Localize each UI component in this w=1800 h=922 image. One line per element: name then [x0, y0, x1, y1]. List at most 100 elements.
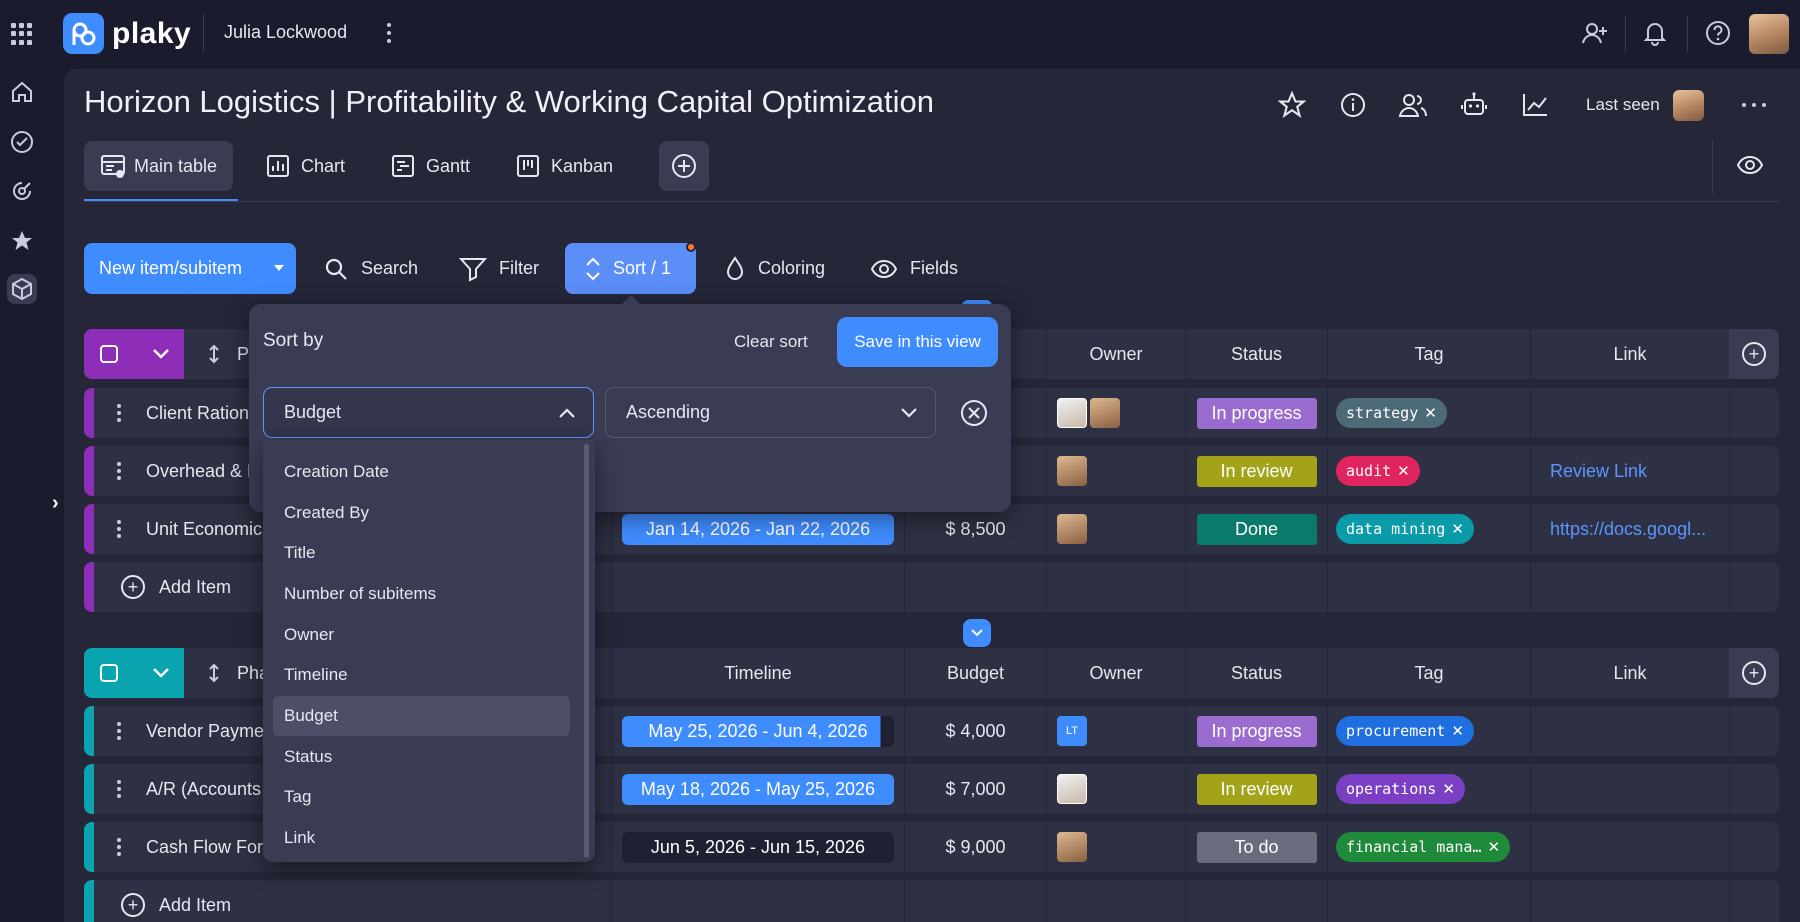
column-header-status[interactable]: Status [1186, 648, 1327, 698]
owner-cell[interactable] [1057, 764, 1185, 814]
invite-user-icon[interactable] [1580, 20, 1610, 46]
column-header-timeline[interactable]: Timeline [612, 648, 904, 698]
column-header-budget[interactable]: Budget [905, 648, 1046, 698]
row-menu-icon[interactable] [117, 462, 121, 480]
add-view-button[interactable] [659, 141, 709, 191]
collapse-group-chevron-icon[interactable] [152, 666, 170, 684]
add-column-button[interactable]: + [1729, 329, 1779, 379]
remove-tag-icon[interactable]: ✕ [1397, 462, 1410, 480]
coloring-button[interactable]: Coloring [724, 243, 825, 294]
remove-tag-icon[interactable]: ✕ [1424, 404, 1437, 422]
activity-chart-icon[interactable] [1520, 91, 1550, 119]
favorite-star-icon[interactable] [1278, 91, 1306, 119]
dropdown-option[interactable]: Status [273, 737, 570, 777]
dropdown-scrollbar[interactable] [584, 444, 589, 858]
remove-tag-icon[interactable]: ✕ [1451, 520, 1464, 538]
add-column-button[interactable]: + [1729, 648, 1779, 698]
dropdown-option[interactable]: Created By [273, 493, 570, 533]
link-cell[interactable]: Review Link [1550, 446, 1728, 496]
row-menu-icon[interactable] [117, 838, 121, 856]
dropdown-option[interactable]: Link [273, 818, 570, 858]
tag-cell[interactable]: audit ✕ [1336, 446, 1530, 496]
remove-sort-rule-icon[interactable] [960, 399, 988, 427]
board-title[interactable]: Horizon Logistics | Profitability & Work… [84, 84, 934, 120]
tag-cell[interactable]: financial mana… ✕ [1336, 822, 1530, 872]
collapse-group-chevron-icon[interactable] [152, 347, 170, 365]
tag-cell[interactable]: operations ✕ [1336, 764, 1530, 814]
favorites-star-icon[interactable] [7, 226, 37, 256]
user-avatar[interactable] [1749, 14, 1789, 54]
apps-grid-icon[interactable] [10, 22, 34, 46]
notifications-bell-icon[interactable] [1642, 19, 1668, 47]
sort-field-select[interactable]: Budget [263, 387, 594, 438]
status-cell[interactable]: In progress [1186, 388, 1327, 438]
remove-tag-icon[interactable]: ✕ [1442, 780, 1455, 798]
column-header-link[interactable]: Link [1531, 329, 1729, 379]
select-all-checkbox[interactable] [100, 345, 118, 363]
owner-cell[interactable] [1057, 822, 1185, 872]
workspace-menu-icon[interactable] [383, 20, 395, 46]
add-item-label[interactable]: Add Item [159, 880, 309, 922]
link[interactable]: Review Link [1550, 461, 1647, 482]
row-menu-icon[interactable] [117, 404, 121, 422]
status-cell[interactable]: In progress [1186, 706, 1327, 756]
column-header-tag[interactable]: Tag [1328, 648, 1530, 698]
info-icon[interactable] [1339, 91, 1367, 119]
row-menu-icon[interactable] [117, 722, 121, 740]
row-menu-icon[interactable] [117, 780, 121, 798]
link-cell[interactable]: https://docs.googl... [1550, 504, 1728, 554]
workspace-box-icon[interactable] [7, 274, 37, 304]
owner-cell[interactable] [1057, 504, 1185, 554]
dropdown-option[interactable]: Creation Date [273, 452, 570, 492]
filter-button[interactable]: Filter [459, 243, 539, 294]
timeline-cell[interactable]: Jun 5, 2026 - Jun 15, 2026 [612, 822, 904, 872]
owner-cell[interactable]: LT [1057, 706, 1185, 756]
dropdown-option[interactable]: Tag [273, 777, 570, 817]
tag-cell[interactable]: strategy ✕ [1336, 388, 1530, 438]
sort-order-select[interactable]: Ascending [605, 387, 936, 438]
app-logo[interactable]: plaky [63, 13, 191, 54]
dropdown-option-selected[interactable]: Budget [273, 696, 570, 736]
home-icon[interactable] [7, 77, 37, 107]
sort-column-drag-icon[interactable] [208, 344, 220, 369]
activity-icon[interactable] [7, 176, 37, 206]
tag-cell[interactable]: procurement ✕ [1336, 706, 1530, 756]
row-menu-icon[interactable] [117, 520, 121, 538]
automation-robot-icon[interactable] [1459, 91, 1489, 119]
tab-main-table[interactable]: Main table [84, 141, 234, 191]
clear-sort-button[interactable]: Clear sort [734, 332, 808, 352]
my-work-check-icon[interactable] [7, 127, 37, 157]
timeline-cell[interactable]: May 25, 2026 - Jun 4, 2026 [612, 706, 904, 756]
dropdown-option[interactable]: Timeline [273, 655, 570, 695]
sort-column-drag-icon[interactable] [208, 663, 220, 688]
add-item-row[interactable]: + Add Item [84, 880, 1779, 922]
members-icon[interactable] [1398, 91, 1428, 119]
status-cell[interactable]: In review [1186, 446, 1327, 496]
workspace-name[interactable]: Julia Lockwood [224, 22, 347, 43]
new-item-button[interactable]: New item/subitem [84, 243, 296, 294]
tag-cell[interactable]: data mining ✕ [1336, 504, 1530, 554]
column-header-tag[interactable]: Tag [1328, 329, 1530, 379]
tab-chart[interactable]: Chart [249, 141, 361, 191]
sort-button[interactable]: Sort / 1 [565, 243, 696, 294]
last-seen-avatar[interactable] [1673, 90, 1704, 121]
owner-cell[interactable] [1057, 446, 1185, 496]
budget-cell[interactable]: $ 4,000 [905, 706, 1046, 756]
dropdown-option[interactable]: Number of subitems [273, 574, 570, 614]
collapse-group-toggle[interactable] [963, 619, 991, 647]
remove-tag-icon[interactable]: ✕ [1451, 722, 1464, 740]
remove-tag-icon[interactable]: ✕ [1487, 838, 1500, 856]
help-icon[interactable] [1705, 20, 1731, 46]
budget-cell[interactable]: $ 9,000 [905, 822, 1046, 872]
owner-cell[interactable] [1057, 388, 1185, 438]
view-visibility-eye-icon[interactable] [1736, 154, 1764, 181]
timeline-cell[interactable]: May 18, 2026 - May 25, 2026 [612, 764, 904, 814]
dropdown-option[interactable]: Title [273, 533, 570, 573]
expand-sidebar-chevron-icon[interactable]: › [52, 492, 59, 515]
more-options-icon[interactable] [1742, 103, 1766, 107]
tab-kanban[interactable]: Kanban [499, 141, 629, 191]
dropdown-option[interactable]: Owner [273, 615, 570, 655]
column-header-owner[interactable]: Owner [1047, 329, 1185, 379]
tab-gantt[interactable]: Gantt [374, 141, 486, 191]
status-cell[interactable]: Done [1186, 504, 1327, 554]
